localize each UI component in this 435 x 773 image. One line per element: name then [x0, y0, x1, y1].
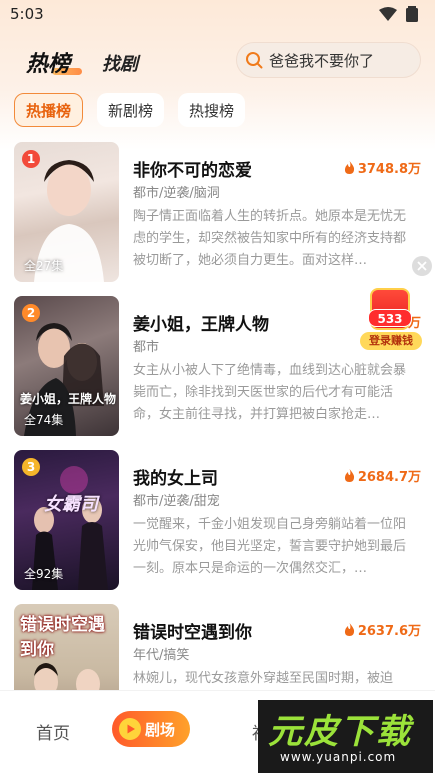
red-packet-widget[interactable]: 533 登录赚钱	[360, 288, 422, 350]
drama-description: 陶子情正面临着人生的转折点。她原本是无忧无虑的学生，却突然被告知家中所有的经济支…	[133, 209, 407, 268]
heat-count: 2637.6万	[344, 620, 421, 639]
drama-genre: 年代/搞笑	[133, 648, 190, 663]
episode-count: 全74集	[24, 413, 64, 427]
header: 热榜 找剧 爸爸我不要你了	[0, 40, 435, 84]
watermark-url: www.yuanpi.com	[280, 750, 397, 764]
ranking-tabs: 热播榜 新剧榜 热搜榜	[14, 93, 246, 127]
search-placeholder: 爸爸我不要你了	[269, 51, 375, 70]
red-packet-count: 533	[368, 309, 412, 327]
flame-icon	[344, 469, 354, 482]
tab-hot-list[interactable]: 热榜	[26, 46, 70, 78]
flame-icon	[344, 161, 354, 174]
rank-badge: 1	[22, 150, 40, 168]
rank-badge: 3	[22, 458, 40, 476]
drama-genre: 都市	[133, 340, 160, 355]
drama-description: 林婉儿，现代女孩意外穿越至民国时期，被迫	[133, 671, 394, 686]
drama-title[interactable]: 我的女上司	[133, 464, 218, 489]
wifi-icon	[379, 7, 397, 21]
poster-image[interactable]: 3 女霸司 全92集	[14, 450, 119, 590]
drama-title[interactable]: 非你不可的恋爱	[133, 156, 252, 181]
status-bar: 5:03	[0, 0, 435, 30]
tab-find-drama[interactable]: 找剧	[102, 50, 138, 76]
chip-new-drama[interactable]: 新剧榜	[97, 93, 165, 127]
episode-count: 全92集	[24, 567, 64, 581]
search-input[interactable]: 爸爸我不要你了	[236, 42, 421, 78]
poster-image[interactable]: 1 全27集	[14, 142, 119, 282]
drama-description: 女主从小被人下了绝情毒，血线到达心脏就会暴毙而亡，除非找到天医世家的后代才有可能…	[133, 363, 407, 422]
close-glyph	[417, 261, 427, 271]
drama-title[interactable]: 错误时空遇到你	[133, 618, 252, 643]
status-icons	[379, 6, 419, 22]
heat-count: 3748.8万	[344, 158, 421, 177]
drama-title[interactable]: 姜小姐，王牌人物	[133, 310, 269, 335]
battery-icon	[406, 6, 418, 22]
chip-hot-play[interactable]: 热播榜	[14, 93, 84, 127]
watermark-title: 元皮下载	[268, 712, 412, 752]
drama-genre: 都市/逆袭/甜宠	[133, 494, 220, 509]
nav-home[interactable]: 首页	[36, 719, 70, 744]
episode-count: 全27集	[24, 259, 64, 273]
drama-description: 一觉醒来，千金小姐发现自己身旁躺站着一位阳光帅气保安，他目光坚定，誓言要守护她到…	[133, 517, 407, 576]
flame-icon	[344, 623, 354, 636]
close-icon[interactable]	[412, 256, 432, 276]
heat-value: 2684.7万	[357, 470, 421, 485]
drama-genre: 都市/逆袭/脑洞	[133, 186, 220, 201]
poster-caption: 姜小姐，王牌人物	[20, 392, 117, 406]
search-icon	[246, 52, 263, 69]
heat-count: 2684.7万	[344, 466, 421, 485]
list-item[interactable]: 1 全27集 非你不可的恋爱 3748.8万 都市/逆袭/脑洞 陶子情正面临着人…	[0, 142, 435, 296]
drama-list: 1 全27集 非你不可的恋爱 3748.8万 都市/逆袭/脑洞 陶子情正面临着人…	[0, 142, 435, 758]
nav-theater[interactable]: 剧场	[112, 711, 190, 747]
poster-caption: 错误时空遇到你	[20, 615, 105, 660]
heat-value: 2637.6万	[357, 624, 421, 639]
watermark: 元皮下载 www.yuanpi.com	[258, 700, 433, 773]
poster-image[interactable]: 2 姜小姐，王牌人物 全74集	[14, 296, 119, 436]
poster-caption: 女霸司	[44, 494, 98, 515]
heat-value: 3748.8万	[357, 162, 421, 177]
status-time: 5:03	[10, 5, 44, 23]
rank-badge: 2	[22, 304, 40, 322]
chip-hot-search[interactable]: 热搜榜	[178, 93, 246, 127]
nav-theater-label: 剧场	[145, 720, 176, 739]
red-packet-label: 登录赚钱	[360, 332, 422, 350]
play-icon	[119, 718, 141, 740]
list-item[interactable]: 3 女霸司 全92集 我的女上司 2684.7万 都市/逆袭/甜宠 一觉醒来，千…	[0, 450, 435, 604]
